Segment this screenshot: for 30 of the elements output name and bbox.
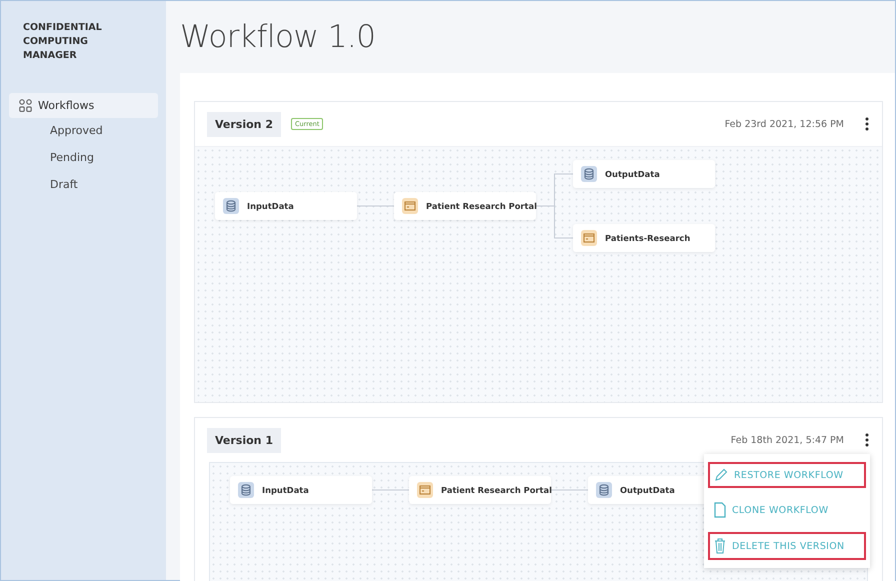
document-icon — [714, 502, 726, 518]
workflow-icon — [19, 99, 32, 112]
more-icon[interactable] — [864, 117, 870, 131]
window-icon — [581, 230, 597, 246]
database-icon — [223, 198, 239, 214]
workflow-node[interactable]: InputData — [230, 476, 372, 504]
workflow-node[interactable]: Patient Research Portal — [394, 192, 536, 220]
sidebar-subitem[interactable]: Approved — [9, 118, 158, 145]
app-brand: CONFIDENTIAL COMPUTING MANAGER — [22, 21, 103, 63]
workflow-node[interactable]: Patient Research Portal — [409, 476, 551, 504]
version-label: Version 2 — [207, 112, 281, 136]
database-icon — [581, 166, 597, 182]
workflow-node[interactable]: OutputData — [573, 160, 715, 188]
database-icon — [596, 482, 612, 498]
window-icon — [417, 482, 433, 498]
sidebar-subitem[interactable]: Pending — [9, 145, 158, 172]
workflow-node[interactable]: Patients-Research — [573, 224, 715, 252]
version-date: Feb 18th 2021, 5:47 PM — [730, 434, 844, 446]
sidebar-item[interactable]: Workflows — [9, 93, 158, 118]
more-icon[interactable] — [864, 433, 870, 447]
database-icon — [238, 482, 254, 498]
version-date: Feb 23rd 2021, 12:56 PM — [724, 118, 844, 130]
window-icon — [402, 198, 418, 214]
page-title: Workflow 1.0 — [180, 19, 376, 55]
version-label: Version 1 — [207, 428, 281, 452]
pencil-icon — [714, 468, 728, 482]
trash-icon — [714, 538, 726, 554]
sidebar-subitem[interactable]: Draft — [9, 172, 158, 199]
workflow-node[interactable]: InputData — [215, 192, 357, 220]
connector-line — [536, 206, 574, 238]
